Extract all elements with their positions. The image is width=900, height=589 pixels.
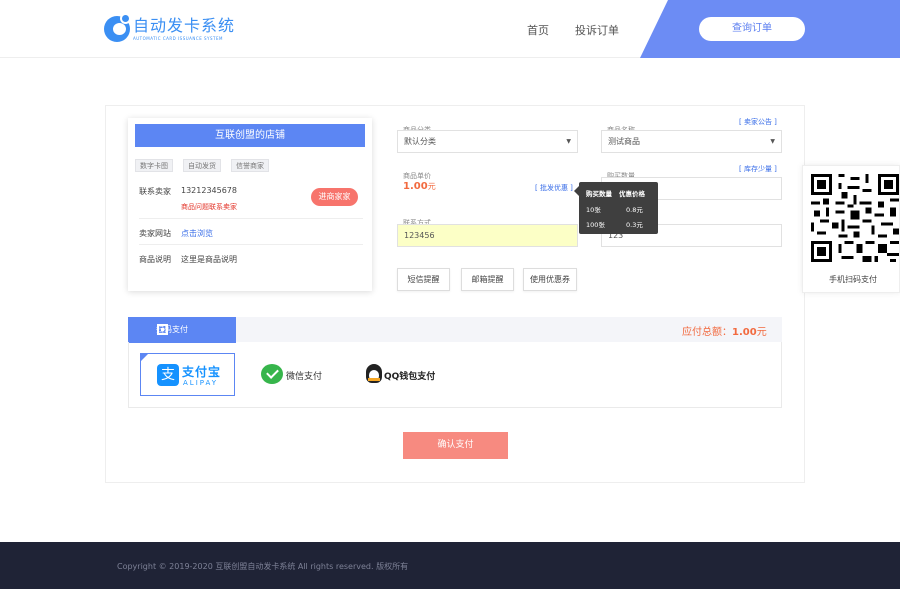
contact-seller-value: 13212345678	[181, 186, 237, 195]
tooltip-qty: 100张	[586, 221, 605, 229]
unit-price-value: 1.00	[403, 181, 428, 192]
bulk-discount-tooltip: 购买数量 优惠价格 10张 0.8元 100张 0.3元	[579, 182, 658, 234]
alipay-label: 支付宝	[182, 365, 222, 379]
contact-seller-label: 联系卖家	[139, 187, 171, 196]
category-select[interactable]: 默认分类 ▼	[397, 130, 578, 153]
alipay-label-en: ALIPAY	[183, 379, 219, 387]
total-label: 应付总额：	[682, 327, 732, 338]
sms-notify-button[interactable]: 短信提醒	[397, 268, 450, 291]
footer-copyright: Copyright © 2019-2020 互联创盟自动发卡系统 All rig…	[117, 562, 409, 571]
logo-icon	[104, 13, 131, 42]
site-logo[interactable]: 自动发卡系统 AUTOMATIC CARD ISSUANCE SYSTEM	[104, 13, 236, 42]
store-tag: 数字卡图	[135, 159, 173, 172]
product-desc-value: 这里是商品说明	[181, 255, 237, 264]
unit-price: 1.00元	[403, 181, 436, 192]
product-value: 测试商品	[608, 137, 640, 146]
caret-down-icon: ▼	[770, 138, 775, 145]
wechat-pay-option[interactable]: 微信支付	[286, 369, 322, 382]
tooltip-qty: 10张	[586, 206, 601, 214]
qq-wallet-option[interactable]: QQ钱包支付	[384, 369, 435, 382]
unit-price-label: 商品单价	[403, 172, 431, 180]
store-name: 互联创盟的店铺	[135, 124, 365, 147]
nav-complaint-order[interactable]: 投诉订单	[575, 22, 619, 38]
query-order-button[interactable]: 查询订单	[699, 17, 805, 41]
tab-scan-pay[interactable]: 扫码支付	[128, 317, 236, 343]
store-tag: 信誉商家	[231, 159, 269, 172]
product-desc-label: 商品说明	[139, 255, 171, 264]
tooltip-price: 0.3元	[626, 221, 643, 229]
tooltip-header-price: 优惠价格	[619, 190, 645, 198]
email-notify-button[interactable]: 邮箱提醒	[461, 268, 514, 291]
seller-website-label: 卖家网站	[139, 229, 171, 238]
total-unit: 元	[756, 327, 767, 338]
selected-corner-icon	[141, 354, 148, 361]
qq-icon[interactable]	[366, 364, 382, 383]
seller-website-link[interactable]: 点击浏览	[181, 228, 213, 239]
use-coupon-button[interactable]: 使用优惠券	[523, 268, 577, 291]
logo-subtitle: AUTOMATIC CARD ISSUANCE SYSTEM	[133, 35, 223, 41]
seller-notice-link[interactable]: [ 卖家公告 ]	[739, 117, 777, 127]
caret-down-icon: ▼	[566, 138, 571, 145]
visit-shop-button[interactable]: 进商家家	[311, 188, 358, 206]
unit-price-currency: 元	[427, 182, 436, 191]
qrcode-image	[811, 174, 899, 262]
store-card: 互联创盟的店铺 数字卡图 自动发货 信誉商家 联系卖家 13212345678 …	[128, 118, 372, 291]
divider	[139, 218, 363, 219]
alipay-option[interactable]: 支 支付宝 ALIPAY	[140, 353, 235, 396]
contact-seller-note: 商品问题联系卖家	[181, 203, 237, 211]
confirm-payment-button[interactable]: 确认支付	[403, 432, 508, 459]
logo-title: 自动发卡系统	[133, 15, 236, 35]
mobile-pay-caption: 手机扫码支付	[829, 275, 877, 284]
store-tag: 自动发货	[183, 159, 221, 172]
tooltip-price: 0.8元	[626, 206, 643, 214]
wechat-icon[interactable]	[261, 364, 283, 384]
total-value: 1.00	[732, 327, 757, 338]
tooltip-header-qty: 购买数量	[586, 190, 612, 198]
stock-status-link[interactable]: [ 库存少量 ]	[739, 164, 777, 174]
category-value: 默认分类	[404, 137, 436, 146]
product-select[interactable]: 测试商品 ▼	[601, 130, 782, 153]
contact-method-input[interactable]: 123456	[397, 224, 578, 247]
nav-home[interactable]: 首页	[527, 22, 549, 38]
alipay-icon: 支	[157, 364, 179, 386]
bulk-discount-link[interactable]: [ 批发优惠 ]	[535, 183, 573, 193]
divider	[139, 244, 363, 245]
total-amount: 应付总额：1.00元	[682, 323, 767, 338]
qrcode-icon	[157, 324, 168, 335]
